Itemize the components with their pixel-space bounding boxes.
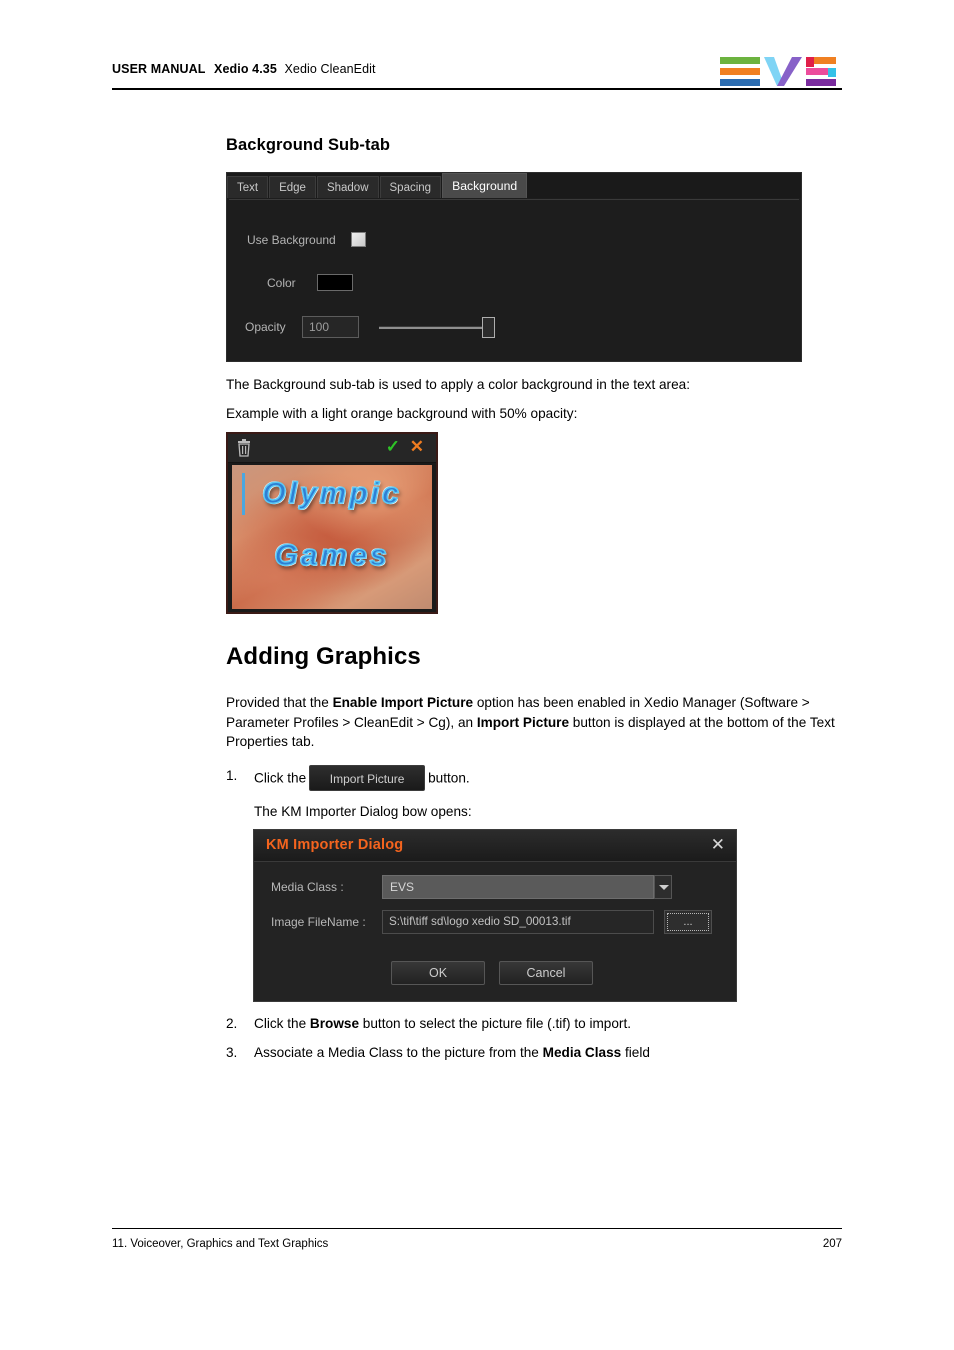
dialog-title-bar: KM Importer Dialog ✕ xyxy=(254,830,736,862)
footer-divider xyxy=(112,1228,842,1229)
step-3-part-1: Associate a Media Class to the picture f… xyxy=(254,1045,543,1060)
evs-logo-icon xyxy=(720,56,842,88)
step-1: 1. Click the Import Picture button. xyxy=(226,765,826,792)
tab-edge[interactable]: Edge xyxy=(269,176,316,198)
document-page: USER MANUAL Xedio 4.35 Xedio CleanEdit B… xyxy=(0,0,954,1350)
opacity-row: Opacity 100 xyxy=(245,316,497,338)
chevron-down-icon[interactable] xyxy=(654,875,672,899)
media-class-label: Media Class : xyxy=(271,880,344,894)
tab-background[interactable]: Background xyxy=(442,173,528,198)
step-3-number: 3. xyxy=(226,1045,238,1060)
dialog-title: KM Importer Dialog xyxy=(266,837,404,853)
step-1-text-after: button. xyxy=(428,770,470,786)
header-title: USER MANUAL Xedio 4.35 Xedio CleanEdit xyxy=(112,62,376,76)
use-background-row: Use Background xyxy=(247,232,366,247)
step-1-number: 1. xyxy=(226,768,238,783)
step-2-part-2: button to select the picture file (.tif)… xyxy=(359,1016,632,1031)
intro-part-1: Provided that the xyxy=(226,695,333,710)
close-icon[interactable]: ✕ xyxy=(711,835,725,855)
check-icon[interactable]: ✓ xyxy=(386,438,400,456)
color-swatch[interactable] xyxy=(317,274,353,291)
footer-chapter: 11. Voiceover, Graphics and Text Graphic… xyxy=(112,1238,329,1250)
tab-strip: Text Edge Shadow Spacing Background xyxy=(227,173,801,198)
background-subtab-panel: Text Edge Shadow Spacing Background Use … xyxy=(226,172,802,362)
step-1-text-before: Click the xyxy=(254,770,307,786)
footer-page-number: 207 xyxy=(822,1238,842,1250)
ok-button[interactable]: OK xyxy=(391,961,485,985)
tab-text[interactable]: Text xyxy=(227,176,269,198)
adding-graphics-intro: Provided that the Enable Import Picture … xyxy=(226,693,838,752)
intro-bold-1: Enable Import Picture xyxy=(332,695,474,710)
opacity-label: Opacity xyxy=(245,320,286,334)
image-filename-input[interactable]: S:\tif\tiff sd\logo xedio SD_00013.tif xyxy=(382,910,654,934)
image-filename-label: Image FileName : xyxy=(271,915,366,929)
preview-canvas: Olympic Games xyxy=(232,465,432,609)
step-3-part-2: field xyxy=(621,1045,650,1060)
opacity-slider-thumb[interactable] xyxy=(482,317,495,338)
text-graphic-preview: ✓ ✕ Olympic Games xyxy=(226,432,438,614)
background-description: The Background sub-tab is used to apply … xyxy=(226,377,690,392)
section-heading: Background Sub-tab xyxy=(226,136,391,154)
preview-text-line-2: Games xyxy=(274,538,390,573)
browse-button[interactable]: ... xyxy=(664,910,712,934)
preview-text-line-1: Olympic xyxy=(262,476,402,511)
tab-spacing[interactable]: Spacing xyxy=(379,176,442,198)
km-importer-dialog: KM Importer Dialog ✕ Media Class : EVS I… xyxy=(253,829,737,1002)
step-3: 3. Associate a Media Class to the pictur… xyxy=(226,1043,836,1063)
opacity-input[interactable]: 100 xyxy=(302,316,359,338)
step-3-bold: Media Class xyxy=(542,1045,622,1060)
use-background-label: Use Background xyxy=(247,232,336,247)
step-1-body: Click the Import Picture button. xyxy=(254,765,826,792)
import-picture-button[interactable]: Import Picture xyxy=(309,765,426,791)
step-3-body: Associate a Media Class to the picture f… xyxy=(254,1043,836,1063)
opacity-slider-track xyxy=(379,326,491,329)
color-row: Color xyxy=(267,274,353,291)
browse-button-label: ... xyxy=(667,913,709,931)
tab-shadow[interactable]: Shadow xyxy=(316,176,379,198)
close-icon[interactable]: ✕ xyxy=(410,438,424,456)
preview-toolbar: ✓ ✕ xyxy=(228,434,436,463)
step-2: 2. Click the Browse button to select the… xyxy=(226,1014,836,1034)
page-header: USER MANUAL Xedio 4.35 Xedio CleanEdit xyxy=(112,56,842,92)
trash-icon[interactable] xyxy=(236,439,252,457)
intro-bold-2: Import Picture xyxy=(476,714,570,730)
example-description: Example with a light orange background w… xyxy=(226,406,578,421)
page-title: Adding Graphics xyxy=(226,643,421,670)
header-product: Xedio 4.35 xyxy=(214,62,277,76)
background-panel-body: Use Background Color Opacity 100 xyxy=(229,199,799,359)
cancel-button[interactable]: Cancel xyxy=(499,961,593,985)
use-background-checkbox[interactable] xyxy=(351,232,366,247)
step-2-body: Click the Browse button to select the pi… xyxy=(254,1014,836,1034)
step-2-number: 2. xyxy=(226,1016,238,1031)
step-2-part-1: Click the xyxy=(254,1016,310,1031)
color-label: Color xyxy=(267,275,296,290)
opacity-slider[interactable] xyxy=(379,316,497,338)
header-divider xyxy=(112,88,842,90)
media-class-select[interactable]: EVS xyxy=(382,875,654,899)
step-1-subtext: The KM Importer Dialog bow opens: xyxy=(254,804,472,819)
step-2-bold: Browse xyxy=(309,1016,360,1031)
header-module: Xedio CleanEdit xyxy=(284,62,376,76)
header-manual-label: USER MANUAL xyxy=(112,62,206,76)
